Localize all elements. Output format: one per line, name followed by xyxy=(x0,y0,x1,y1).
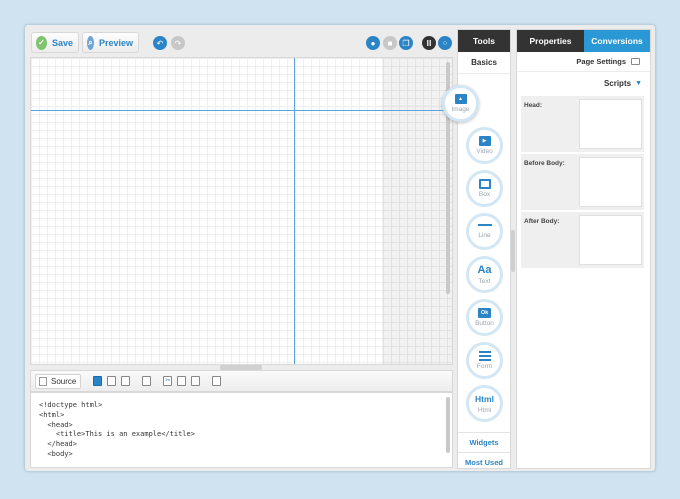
tool-label: Line xyxy=(478,232,491,239)
button-icon: Ok xyxy=(478,308,491,318)
code-line: <title>This is an example</title> xyxy=(39,430,195,439)
tool-label: Text xyxy=(478,278,491,285)
most-used-link[interactable]: Most Used xyxy=(458,452,510,471)
code-line: <body> xyxy=(39,449,73,458)
source-toolbar: Source ✂ xyxy=(30,370,453,392)
tab-tools[interactable]: Tools xyxy=(458,30,510,52)
script-row-label: Before Body: xyxy=(524,160,565,167)
video-icon: ▶ xyxy=(478,136,491,146)
preview-label: Preview xyxy=(98,37,133,48)
code-line: <!doctype html> xyxy=(39,401,103,409)
save-disk-icon[interactable] xyxy=(93,376,103,386)
source-button[interactable]: Source xyxy=(35,373,82,389)
basics-heading[interactable]: Basics xyxy=(458,52,510,74)
source-label: Source xyxy=(51,376,77,386)
source-code-editor[interactable]: <!doctype html> <html> <head> <title>This… xyxy=(30,392,453,468)
save-button[interactable]: ✓ Save xyxy=(31,32,79,53)
redo-icon[interactable]: ↷ xyxy=(171,36,185,50)
template-icon[interactable] xyxy=(142,376,152,386)
script-row-before-body: Before Body: xyxy=(521,154,644,210)
vertical-guide[interactable] xyxy=(294,58,295,364)
text-icon: Aa xyxy=(477,264,492,276)
tool-label: Video xyxy=(476,148,493,155)
tool-image[interactable]: ▲ Image xyxy=(442,85,479,122)
pin-icon[interactable]: ● xyxy=(366,36,380,50)
preview-page-icon[interactable] xyxy=(121,376,131,386)
columns-icon[interactable]: Ⅲ xyxy=(422,36,436,50)
scripts-label: Scripts xyxy=(603,78,632,88)
tool-label: Image xyxy=(451,106,470,113)
tool-box[interactable]: Box xyxy=(466,170,503,207)
properties-tabs: Properties Conversions xyxy=(517,30,650,52)
preview-button[interactable]: ⌕ Preview xyxy=(82,32,139,53)
before-body-script-input[interactable] xyxy=(579,157,642,207)
code-line: <html> xyxy=(39,410,65,419)
image-icon: ▲ xyxy=(454,94,467,104)
undo-icon[interactable]: ↶ xyxy=(153,36,167,50)
html-icon: Html xyxy=(475,394,494,404)
paste-text-icon[interactable] xyxy=(212,376,222,386)
document-icon xyxy=(39,376,47,386)
properties-panel: Properties Conversions Page Settings Scr… xyxy=(516,29,651,469)
editor-window: ✓ Save ⌕ Preview ↶ ↷ ● ■ ❐ Ⅲ ⁘ Source ✂ xyxy=(24,24,656,472)
tab-properties[interactable]: Properties xyxy=(517,30,584,52)
paste-icon[interactable] xyxy=(191,376,201,386)
checkmark-icon: ✓ xyxy=(36,35,47,50)
copy-doc-icon[interactable] xyxy=(177,376,187,386)
tool-text[interactable]: Aa Text xyxy=(466,256,503,293)
tool-form[interactable]: Form xyxy=(466,342,503,379)
tools-panel: Tools Basics ▲ Image ▶ Video Box Line Aa… xyxy=(442,29,511,471)
widgets-link[interactable]: Widgets xyxy=(458,432,510,452)
design-canvas[interactable] xyxy=(30,57,453,365)
line-icon xyxy=(477,224,492,226)
script-row-label: Head: xyxy=(524,102,543,109)
code-line: </head> xyxy=(39,440,77,449)
script-row-after-body: After Body: xyxy=(521,212,644,268)
code-line: <head> xyxy=(39,420,73,429)
lock-icon[interactable]: ■ xyxy=(383,36,397,50)
page-settings-label: Page Settings xyxy=(576,57,626,66)
tab-conversions[interactable]: Conversions xyxy=(584,30,650,52)
chevron-down-icon: ▼ xyxy=(635,79,642,87)
code-scrollbar[interactable] xyxy=(446,397,450,453)
horizontal-guide[interactable] xyxy=(31,110,452,111)
top-toolbar: ✓ Save ⌕ Preview ↶ ↷ ● ■ ❐ Ⅲ ⁘ xyxy=(29,29,453,57)
tool-line[interactable]: Line xyxy=(466,213,503,250)
new-page-icon[interactable] xyxy=(107,376,117,386)
page-settings-link[interactable]: Page Settings xyxy=(517,52,650,72)
magnifier-icon: ⌕ xyxy=(87,35,94,50)
form-icon xyxy=(478,351,491,361)
tool-label: Html xyxy=(477,407,492,414)
tool-label: Form xyxy=(476,363,493,370)
tool-label: Box xyxy=(478,191,491,198)
tool-label: Button xyxy=(475,320,494,327)
save-label: Save xyxy=(51,37,73,48)
grid-icon[interactable]: ⁘ xyxy=(438,36,452,50)
script-row-head: Head: xyxy=(521,96,644,152)
box-icon xyxy=(478,179,491,189)
copy-icon[interactable]: ❐ xyxy=(399,36,413,50)
tool-button[interactable]: Ok Button xyxy=(466,299,503,336)
panel-splitter[interactable] xyxy=(511,230,515,272)
tool-html[interactable]: Html Html xyxy=(466,385,503,422)
script-row-label: After Body: xyxy=(524,218,560,225)
head-script-input[interactable] xyxy=(579,99,642,149)
monitor-icon xyxy=(631,58,640,65)
scripts-dropdown[interactable]: Scripts ▼ xyxy=(517,72,650,94)
after-body-script-input[interactable] xyxy=(579,215,642,265)
cut-icon[interactable]: ✂ xyxy=(163,376,173,386)
tool-video[interactable]: ▶ Video xyxy=(466,127,503,164)
